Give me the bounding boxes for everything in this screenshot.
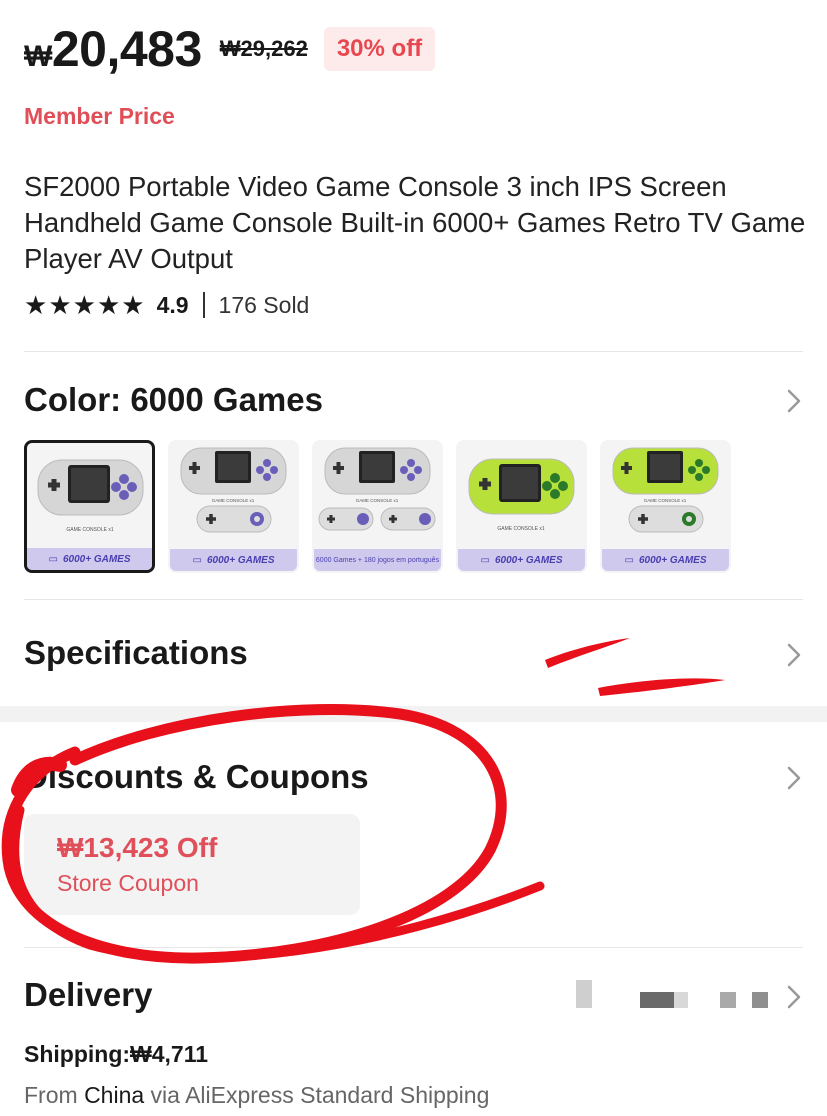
star-icon: ★	[48, 290, 72, 320]
console-icon: ▭	[624, 554, 634, 566]
variant-caption: ▭ 6000+ GAMES	[170, 549, 297, 571]
color-variant-option[interactable]: GAME CONSOLE x1 ▭ 6000+ GAMES	[456, 440, 587, 573]
sold-count: 176 Sold	[218, 291, 310, 318]
variant-caption-text: 6000 Games + 180 jogos em português	[315, 556, 440, 564]
chevron-right-icon[interactable]	[783, 640, 805, 670]
divider	[24, 599, 803, 600]
color-variant-option[interactable]: GAME CONSOLE x1 6000 Games + 180 jogos em…	[312, 440, 443, 573]
star-icon: ★	[24, 290, 48, 320]
product-title: SF2000 Portable Video Game Console 3 inc…	[24, 171, 806, 274]
shipping-origin: From China via AliExpress Standard Shipp…	[24, 1082, 489, 1109]
star-icon: ★	[72, 290, 96, 320]
variant-caption: ▭ 6000+ GAMES	[602, 549, 729, 571]
star-icon: ★	[96, 290, 121, 320]
chevron-right-icon[interactable]	[783, 763, 805, 793]
section-separator	[0, 706, 827, 722]
rating-stars: ★ ★ ★ ★ ★	[24, 292, 145, 318]
divider	[24, 351, 803, 352]
chevron-right-icon[interactable]	[783, 982, 805, 1012]
svg-text:GAME CONSOLE x1: GAME CONSOLE x1	[644, 498, 687, 503]
variant-caption-text: 6000+ GAMES	[206, 554, 275, 566]
coupon-amount: ₩13,423 Off	[57, 832, 218, 863]
currency-symbol: ₩	[24, 40, 52, 73]
console-icon: ▭	[480, 554, 490, 566]
current-price: ₩20,483	[24, 20, 202, 78]
svg-text:GAME CONSOLE x1: GAME CONSOLE x1	[356, 498, 399, 503]
chevron-right-icon[interactable]	[783, 386, 805, 416]
handheld-console-image: GAME CONSOLE x1	[37, 459, 144, 533]
divider	[202, 292, 205, 318]
color-variant-option[interactable]: GAME CONSOLE x1 ▭ 6000+ GAMES	[600, 440, 731, 573]
member-price-label[interactable]: Member Price	[24, 103, 175, 130]
color-heading[interactable]: Color: 6000 Games	[24, 381, 323, 419]
from-suffix: via AliExpress Standard Shipping	[144, 1082, 490, 1108]
variant-caption-text: 6000+ GAMES	[638, 554, 707, 566]
color-variant-list: GAME CONSOLE x1 ▭ 6000+ GAMES GAME CONSOLE …	[24, 440, 731, 573]
svg-text:GAME CONSOLE x1: GAME CONSOLE x1	[212, 498, 255, 503]
variant-caption: ▭ 6000+ GAMES	[458, 549, 585, 571]
variant-caption-text: 6000+ GAMES	[494, 554, 563, 566]
handheld-console-image: GAME CONSOLE x1	[612, 447, 719, 533]
shipping-cost: Shipping:₩4,711	[24, 1041, 209, 1067]
variant-caption: ▭ 6000+ GAMES	[27, 548, 152, 570]
variant-caption-text: 6000+ GAMES	[62, 553, 131, 565]
coupon-label: Store Coupon	[57, 870, 199, 896]
console-icon: ▭	[48, 553, 58, 565]
delivery-heading[interactable]: Delivery	[24, 976, 152, 1014]
store-coupon-card[interactable]: ₩13,423 Off Store Coupon	[24, 814, 360, 915]
handheld-console-image: GAME CONSOLE x1	[180, 447, 287, 533]
console-icon: ▭	[192, 554, 202, 566]
color-variant-option[interactable]: GAME CONSOLE x1 ▭ 6000+ GAMES	[24, 440, 155, 573]
origin-country: China	[84, 1082, 145, 1108]
discounts-heading[interactable]: Discounts & Coupons	[24, 758, 369, 796]
from-prefix: From	[24, 1082, 85, 1108]
rating-value: 4.9	[156, 291, 189, 318]
handheld-console-image: GAME CONSOLE x1	[468, 458, 575, 532]
svg-text:GAME CONSOLE x1: GAME CONSOLE x1	[497, 526, 544, 532]
star-icon: ★	[121, 290, 145, 320]
divider	[24, 947, 803, 948]
svg-text:GAME CONSOLE x1: GAME CONSOLE x1	[66, 527, 113, 533]
discount-badge: 30% off	[323, 27, 436, 71]
color-variant-option[interactable]: GAME CONSOLE x1 ▭ 6000+ GAMES	[168, 440, 299, 573]
original-price: ₩29,262	[219, 36, 308, 61]
handheld-console-image: GAME CONSOLE x1	[318, 447, 436, 531]
current-price-value: 20,483	[51, 21, 202, 77]
price-row: ₩20,483 ₩29,262 30% off	[24, 14, 436, 84]
rating-row[interactable]: ★ ★ ★ ★ ★ 4.9 176 Sold	[24, 288, 309, 322]
variant-caption: 6000 Games + 180 jogos em português	[314, 549, 441, 571]
specifications-heading[interactable]: Specifications	[24, 634, 248, 672]
